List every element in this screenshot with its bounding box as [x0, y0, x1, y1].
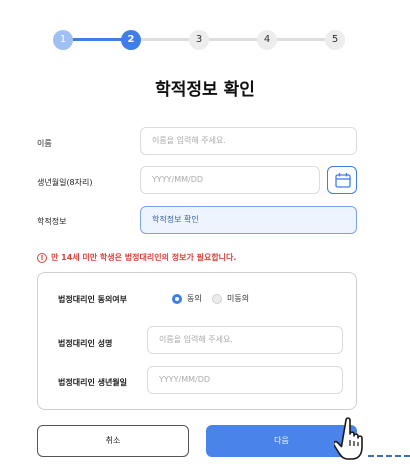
step-1: 1 [53, 30, 73, 50]
consent-radio-agree[interactable]: 동의 [172, 293, 202, 304]
guardian-name-label: 법정대리인 성명 [58, 339, 113, 348]
step-3: 3 [189, 30, 209, 50]
alert-icon: ! [37, 252, 47, 263]
step-5: 5 [325, 30, 345, 50]
consent-disagree-label: 미동의 [227, 294, 250, 303]
step-2: 2 [121, 30, 141, 50]
academic-label: 학적정보 [37, 217, 67, 226]
pointer-dashed-line [368, 455, 410, 457]
guardian-panel: 법정대리인 동의여부 동의 미동의 법정대리인 성명 이름을 입력해 주세요. … [37, 272, 357, 410]
birth-input[interactable]: YYYY/MM/DD [140, 166, 320, 194]
guardian-name-input[interactable]: 이름을 입력해 주세요. [147, 326, 343, 354]
calendar-button[interactable] [327, 166, 357, 194]
consent-radio-disagree[interactable]: 미동의 [212, 293, 249, 304]
academic-check-button[interactable]: 학적정보 확인 [140, 206, 357, 234]
step-4: 4 [257, 30, 277, 50]
minor-warning: ! 만 14세 미만 학생은 법정대리인의 정보가 필요합니다. [37, 252, 236, 263]
name-input[interactable]: 이름을 입력해 주세요. [140, 127, 357, 155]
consent-agree-label: 동의 [187, 294, 202, 303]
birth-label: 생년월일(8자리) [37, 178, 93, 187]
guardian-birth-input[interactable]: YYYY/MM/DD [147, 366, 343, 394]
name-label: 이름 [37, 139, 52, 148]
progress-stepper: 1 2 3 4 5 [53, 28, 345, 52]
warning-text: 만 14세 미만 학생은 법정대리인의 정보가 필요합니다. [51, 253, 237, 262]
radio-selected-icon [172, 293, 182, 304]
page-title: 학적정보 확인 [155, 80, 255, 100]
radio-unselected-icon [212, 293, 222, 304]
calendar-icon [335, 173, 351, 188]
cancel-button[interactable]: 취소 [37, 425, 189, 457]
guardian-birth-label: 법정대리인 생년월일 [58, 378, 128, 387]
consent-label: 법정대리인 동의여부 [58, 295, 128, 304]
step-line-todo [129, 38, 335, 41]
hand-pointer-icon [334, 417, 363, 460]
